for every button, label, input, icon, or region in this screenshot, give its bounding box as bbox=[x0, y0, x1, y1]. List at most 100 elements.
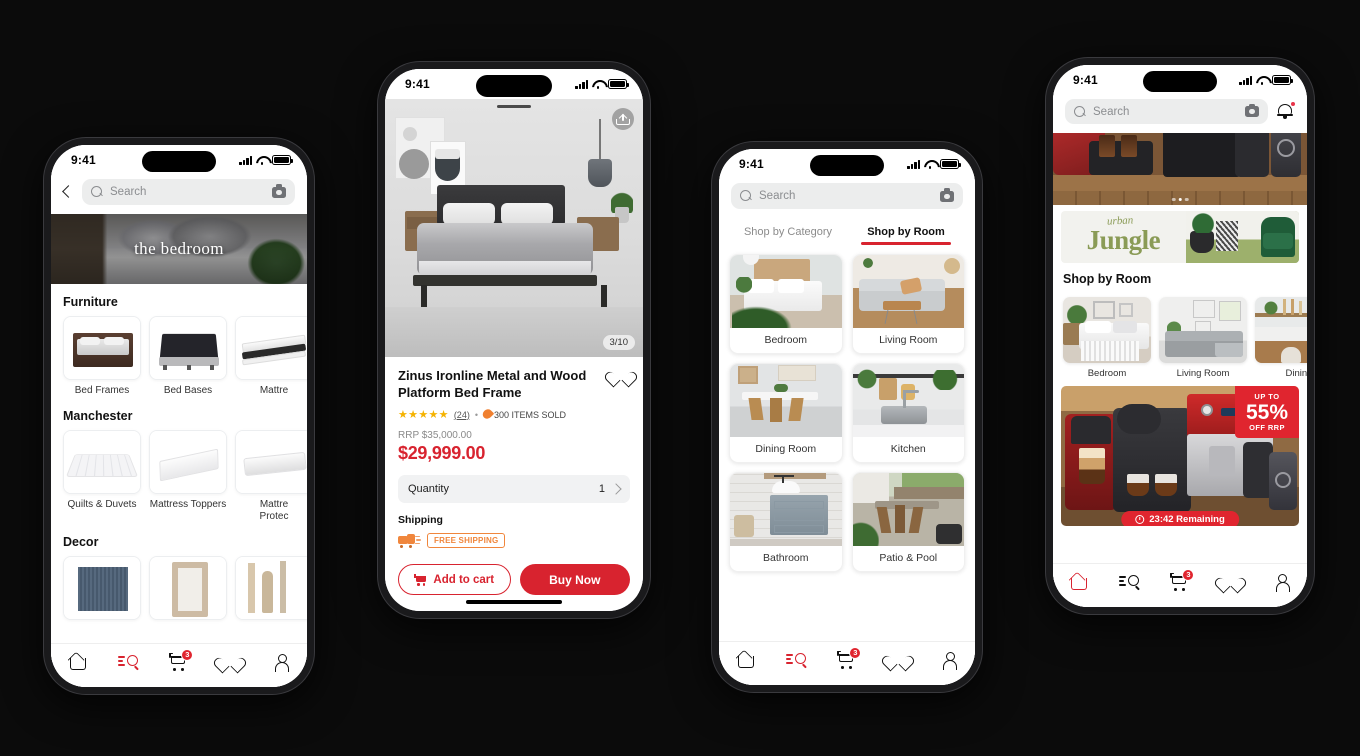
tab-shop-by-category[interactable]: Shop by Category bbox=[729, 220, 847, 245]
hero-banner[interactable]: the bedroom bbox=[51, 214, 307, 284]
nav-search[interactable] bbox=[1116, 571, 1142, 593]
room-image bbox=[730, 473, 842, 546]
category-item[interactable]: Bed Bases bbox=[149, 316, 227, 398]
bottom-navigation[interactable]: 3 bbox=[1053, 563, 1307, 607]
flag-bottom-text: OFF RRP bbox=[1249, 422, 1285, 432]
tab-bar[interactable]: Shop by Category Shop by Room bbox=[719, 218, 975, 245]
timer-text: 23:42 Remaining bbox=[1149, 514, 1225, 525]
camera-icon[interactable] bbox=[272, 184, 286, 198]
nav-wishlist[interactable] bbox=[217, 651, 243, 673]
cta-row[interactable]: Add to cart Buy Now bbox=[385, 564, 643, 595]
nav-home[interactable] bbox=[64, 651, 90, 673]
review-count[interactable]: (24) bbox=[454, 410, 470, 420]
room-card-patio-pool[interactable]: Patio & Pool bbox=[851, 472, 965, 572]
banner-main-word: Jungle bbox=[1086, 225, 1161, 255]
room-card-bedroom[interactable]: Bedroom bbox=[1063, 297, 1151, 379]
nav-account[interactable] bbox=[936, 649, 962, 671]
dynamic-island bbox=[1143, 71, 1217, 92]
room-card-dining[interactable]: Dining bbox=[1255, 297, 1307, 379]
search-input[interactable]: Search bbox=[731, 183, 963, 209]
nav-search[interactable] bbox=[783, 649, 809, 671]
room-label: Bathroom bbox=[762, 552, 809, 564]
nav-cart[interactable]: 3 bbox=[1167, 568, 1195, 593]
cart-badge: 3 bbox=[181, 648, 194, 661]
rating-row: ★★★★★ (24) • 300 ITEMS SOLD bbox=[398, 407, 630, 421]
nav-account[interactable] bbox=[268, 651, 294, 673]
category-label: Mattress Toppers bbox=[149, 498, 227, 510]
search-icon bbox=[1074, 105, 1086, 118]
flag-percent: 55% bbox=[1245, 400, 1289, 424]
category-item[interactable] bbox=[149, 555, 227, 625]
home-scroll[interactable]: urban Jungle Shop by Room Bedroom Living… bbox=[1053, 133, 1307, 607]
notification-bell-icon[interactable] bbox=[1277, 101, 1296, 121]
search-input[interactable]: Search bbox=[82, 179, 295, 205]
cart-badge: 3 bbox=[849, 646, 862, 659]
room-card-dining-room[interactable]: Dining Room bbox=[729, 363, 843, 463]
share-icon[interactable] bbox=[612, 108, 634, 130]
shipping-label: Shipping bbox=[398, 514, 443, 526]
category-item[interactable]: Quilts & Duvets bbox=[63, 429, 141, 524]
room-card-bedroom[interactable]: Bedroom bbox=[729, 254, 843, 354]
room-card-bathroom[interactable]: Bathroom bbox=[729, 472, 843, 572]
cellular-signal-icon bbox=[1239, 75, 1252, 85]
chevron-left-icon[interactable] bbox=[61, 183, 75, 201]
category-label: Quilts & Duvets bbox=[67, 498, 137, 510]
buy-now-button[interactable]: Buy Now bbox=[519, 564, 630, 595]
home-icon bbox=[68, 653, 86, 671]
nav-wishlist[interactable] bbox=[885, 649, 911, 671]
cart-icon: 3 bbox=[169, 648, 194, 671]
wishlist-button[interactable] bbox=[612, 368, 630, 384]
category-item[interactable]: Bed Frames bbox=[63, 316, 141, 398]
nav-home[interactable] bbox=[732, 649, 758, 671]
search-input[interactable]: Search bbox=[1065, 99, 1268, 124]
nav-search[interactable] bbox=[115, 651, 141, 673]
search-icon bbox=[740, 190, 752, 202]
category-label: Mattre Protec bbox=[259, 498, 289, 523]
section-title-decor: Decor bbox=[63, 534, 99, 549]
delivery-truck-icon bbox=[398, 534, 421, 548]
tab-shop-by-room[interactable]: Shop by Room bbox=[847, 220, 965, 245]
room-card-living-room[interactable]: Living Room bbox=[1159, 297, 1247, 379]
category-item[interactable] bbox=[235, 555, 307, 625]
drag-handle[interactable] bbox=[497, 105, 531, 108]
product-gallery[interactable]: 3/10 bbox=[385, 99, 643, 357]
urban-jungle-banner[interactable]: urban Jungle bbox=[1061, 211, 1299, 263]
room-row[interactable]: Bedroom Living Room Dinin bbox=[1053, 291, 1307, 379]
nav-cart[interactable]: 3 bbox=[166, 648, 194, 673]
category-row-manchester[interactable]: Quilts & Duvets Mattress Toppers Mattre … bbox=[51, 429, 307, 524]
category-item[interactable]: Mattre bbox=[235, 316, 307, 398]
category-row-furniture[interactable]: Bed Frames Bed Bases Mattre bbox=[51, 316, 307, 398]
carousel-dots[interactable] bbox=[1171, 197, 1189, 201]
search-placeholder: Search bbox=[759, 190, 796, 202]
nav-home[interactable] bbox=[1065, 571, 1091, 593]
banner-script-word: urban bbox=[1107, 214, 1134, 228]
rooms-scroll[interactable]: Bedroom Living Room Dining Room Kitchen … bbox=[719, 245, 975, 685]
category-scroll[interactable]: the bedroom Furniture Bed Frames Bed Bas… bbox=[51, 214, 307, 687]
quantity-selector[interactable]: Quantity 1 bbox=[398, 475, 630, 503]
separator-dot: • bbox=[474, 409, 478, 420]
category-item[interactable]: Mattre Protec bbox=[235, 429, 307, 524]
bottom-navigation[interactable]: 3 bbox=[719, 641, 975, 685]
add-to-cart-label: Add to cart bbox=[433, 573, 495, 586]
nav-cart[interactable]: 3 bbox=[834, 646, 862, 671]
nav-account[interactable] bbox=[1269, 571, 1295, 593]
room-card-living-room[interactable]: Living Room bbox=[851, 254, 965, 354]
showcase-stage: 9:41 Search the bedroom Furniture Bed Fr… bbox=[0, 0, 1360, 756]
battery-icon bbox=[608, 79, 629, 89]
gallery-page-indicator: 3/10 bbox=[602, 335, 635, 350]
camera-icon[interactable] bbox=[1245, 103, 1259, 117]
room-card-kitchen[interactable]: Kitchen bbox=[851, 363, 965, 463]
bottom-navigation[interactable]: 3 bbox=[51, 643, 307, 687]
category-item[interactable]: Mattress Toppers bbox=[149, 429, 227, 524]
category-item[interactable] bbox=[63, 555, 141, 625]
promo-banner[interactable]: UP TO 55% OFF RRP 23:42 Remaining bbox=[1061, 386, 1299, 526]
camera-icon[interactable] bbox=[940, 188, 954, 202]
person-icon bbox=[273, 653, 290, 672]
nav-wishlist[interactable] bbox=[1218, 571, 1244, 593]
hero-carousel[interactable] bbox=[1053, 133, 1307, 205]
category-row-decor[interactable] bbox=[51, 555, 307, 625]
dynamic-island bbox=[476, 75, 552, 97]
rooms-grid[interactable]: Bedroom Living Room Dining Room Kitchen … bbox=[719, 245, 975, 572]
add-to-cart-button[interactable]: Add to cart bbox=[398, 564, 511, 595]
phone-3-shop-by-room: 9:41 Search Shop by Category Shop by Roo… bbox=[712, 142, 982, 692]
